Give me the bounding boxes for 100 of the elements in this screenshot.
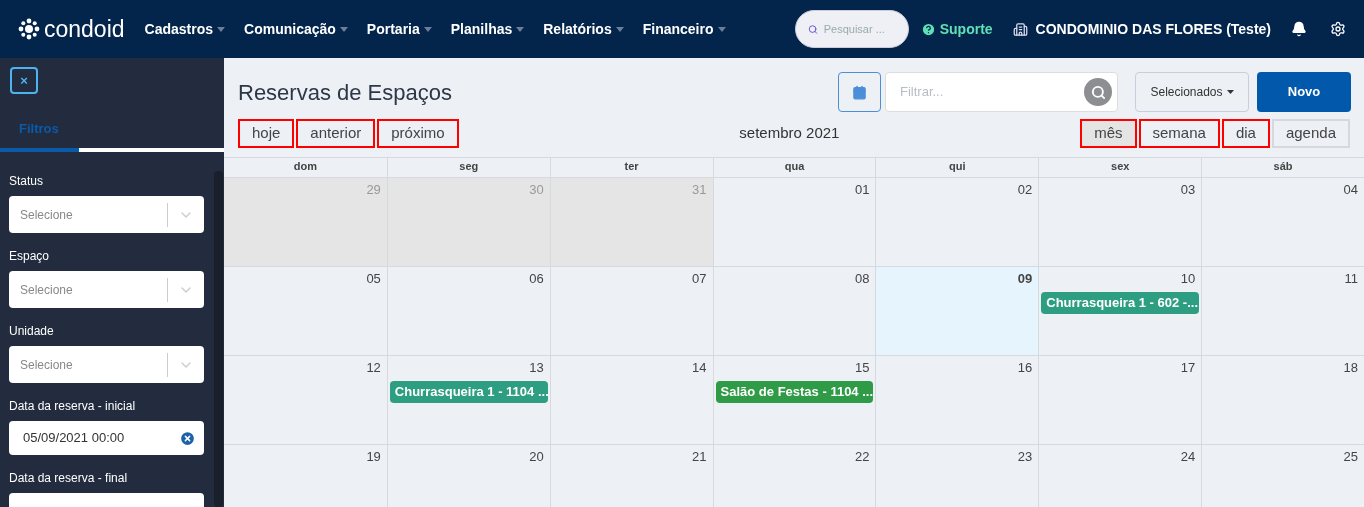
day-cell[interactable]: 16 xyxy=(875,356,1039,444)
weekday-header: qua xyxy=(712,158,876,178)
caret-icon xyxy=(615,26,624,32)
day-number: 10 xyxy=(1180,270,1196,288)
caret-icon xyxy=(516,26,525,32)
day-cell[interactable]: 04 xyxy=(1201,178,1364,266)
condominium-name[interactable]: CONDOMINIO DAS FLORES (Teste) xyxy=(1035,18,1271,40)
day-number: 09 xyxy=(1017,270,1033,288)
day-cell[interactable]: 09 xyxy=(875,267,1039,355)
day-number: 29 xyxy=(366,181,381,199)
settings-icon[interactable] xyxy=(1330,21,1346,37)
filter-label: Data da reserva - final xyxy=(9,470,129,487)
nav-menu-item[interactable]: Portaria xyxy=(366,18,432,40)
nav-menu-item[interactable]: Planilhas xyxy=(450,18,525,40)
page-title: Reservas de Espaços xyxy=(238,78,453,107)
month-label: setembro 2021 xyxy=(738,123,841,144)
calendar-toolbar-button[interactable]: agenda xyxy=(1271,119,1350,148)
day-number: 08 xyxy=(854,270,870,288)
day-cell[interactable]: 14 xyxy=(549,356,713,444)
day-number: 23 xyxy=(1017,448,1033,466)
day-cell[interactable]: 12 xyxy=(224,356,387,444)
filter-input[interactable]: Filtrar... xyxy=(900,82,1084,102)
day-number: 05 xyxy=(366,270,381,288)
day-cell[interactable]: 02 xyxy=(875,178,1039,266)
calendar-toolbar-button[interactable]: próximo xyxy=(377,119,459,148)
close-button[interactable]: × xyxy=(10,67,38,94)
day-number: 19 xyxy=(366,448,381,466)
day-number: 02 xyxy=(1017,181,1033,199)
day-number: 25 xyxy=(1343,448,1358,466)
calendar-event[interactable]: Salão de Festas - 1104 ... xyxy=(715,380,874,403)
day-cell[interactable]: 20 xyxy=(386,445,550,507)
calendar-toolbar-button[interactable]: anterior xyxy=(296,119,376,148)
day-number: 13 xyxy=(529,359,544,377)
day-cell[interactable]: 19 xyxy=(224,445,387,507)
caret-icon xyxy=(1226,90,1234,94)
day-cell[interactable]: 01 xyxy=(712,178,876,266)
filter-label: Data da reserva - inicial xyxy=(9,398,137,415)
day-cell[interactable]: 15 Salão de Festas - 1104 ... xyxy=(712,356,876,444)
building-icon xyxy=(1012,21,1028,37)
day-number: 04 xyxy=(1343,181,1358,199)
day-cell[interactable]: 25 xyxy=(1201,445,1364,507)
select-field[interactable]: Selecione xyxy=(9,271,204,308)
day-number: 14 xyxy=(692,359,707,377)
help-icon xyxy=(920,21,936,37)
notification-icon[interactable] xyxy=(1291,21,1307,37)
day-number: 18 xyxy=(1343,359,1358,377)
search-input[interactable]: Pesquisar ... xyxy=(823,20,904,38)
caret-icon xyxy=(339,26,348,32)
day-cell[interactable]: 07 xyxy=(549,267,713,355)
filter-field[interactable]: Filtrar... xyxy=(885,72,1118,112)
caret-icon xyxy=(423,26,432,32)
day-cell[interactable]: 22 xyxy=(712,445,876,507)
day-cell[interactable]: 10 Churrasqueira 1 - 602 -... xyxy=(1038,267,1202,355)
day-number: 22 xyxy=(854,448,870,466)
day-number: 15 xyxy=(854,359,870,377)
scrollbar[interactable] xyxy=(214,171,223,507)
nav-menu-item[interactable]: Cadastros xyxy=(144,18,226,40)
search-icon[interactable] xyxy=(1084,78,1112,106)
day-number: 01 xyxy=(854,181,870,199)
calendar-toolbar-button[interactable]: dia xyxy=(1221,119,1270,148)
day-cell[interactable]: 18 xyxy=(1201,356,1364,444)
nav-menu-item[interactable]: Relatórios xyxy=(543,18,624,40)
day-cell[interactable]: 21 xyxy=(549,445,713,507)
day-cell[interactable]: 03 xyxy=(1038,178,1202,266)
day-cell[interactable]: 24 xyxy=(1038,445,1202,507)
weekday-header: sáb xyxy=(1201,158,1364,178)
new-button[interactable]: Novo xyxy=(1257,72,1351,112)
nav-menu-item[interactable]: Comunicação xyxy=(244,18,348,40)
calendar-toolbar-button[interactable]: mês xyxy=(1080,119,1137,148)
select-field[interactable]: Selecione xyxy=(9,196,204,233)
calendar-button[interactable] xyxy=(838,72,881,112)
caret-icon xyxy=(717,26,726,32)
day-cell[interactable]: 17 xyxy=(1038,356,1202,444)
day-number: 17 xyxy=(1180,359,1196,377)
day-cell[interactable]: 06 xyxy=(386,267,550,355)
selection-dropdown[interactable]: Selecionados xyxy=(1135,72,1249,112)
day-number: 07 xyxy=(692,270,707,288)
calendar-toolbar-button[interactable]: semana xyxy=(1138,119,1220,148)
clear-icon[interactable] xyxy=(179,429,196,447)
day-number: 03 xyxy=(1180,181,1196,199)
caret-icon xyxy=(217,26,226,32)
weekday-header: sex xyxy=(1038,158,1202,178)
calendar-toolbar-button[interactable]: hoje xyxy=(238,119,295,148)
day-number: 24 xyxy=(1180,448,1196,466)
day-number: 16 xyxy=(1017,359,1033,377)
day-number: 31 xyxy=(692,181,707,199)
day-number: 30 xyxy=(529,181,544,199)
day-cell[interactable]: 11 xyxy=(1201,267,1364,355)
filter-label: Status xyxy=(9,173,45,190)
date-field[interactable]: 05/09/2021 00:00 xyxy=(9,421,204,455)
filter-label: Espaço xyxy=(9,248,51,265)
filter-label: Unidade xyxy=(9,323,55,340)
day-cell[interactable]: 23 xyxy=(875,445,1039,507)
select-field[interactable]: Selecione xyxy=(9,346,204,383)
weekday-header: qui xyxy=(875,158,1039,178)
day-cell[interactable]: 13 Churrasqueira 1 - 1104 ... xyxy=(386,356,550,444)
search-field[interactable]: Pesquisar ... xyxy=(794,10,909,48)
nav-menu-item[interactable]: Financeiro xyxy=(642,18,726,40)
day-cell[interactable]: 05 xyxy=(224,267,387,355)
support-link[interactable]: Suporte xyxy=(920,18,993,40)
